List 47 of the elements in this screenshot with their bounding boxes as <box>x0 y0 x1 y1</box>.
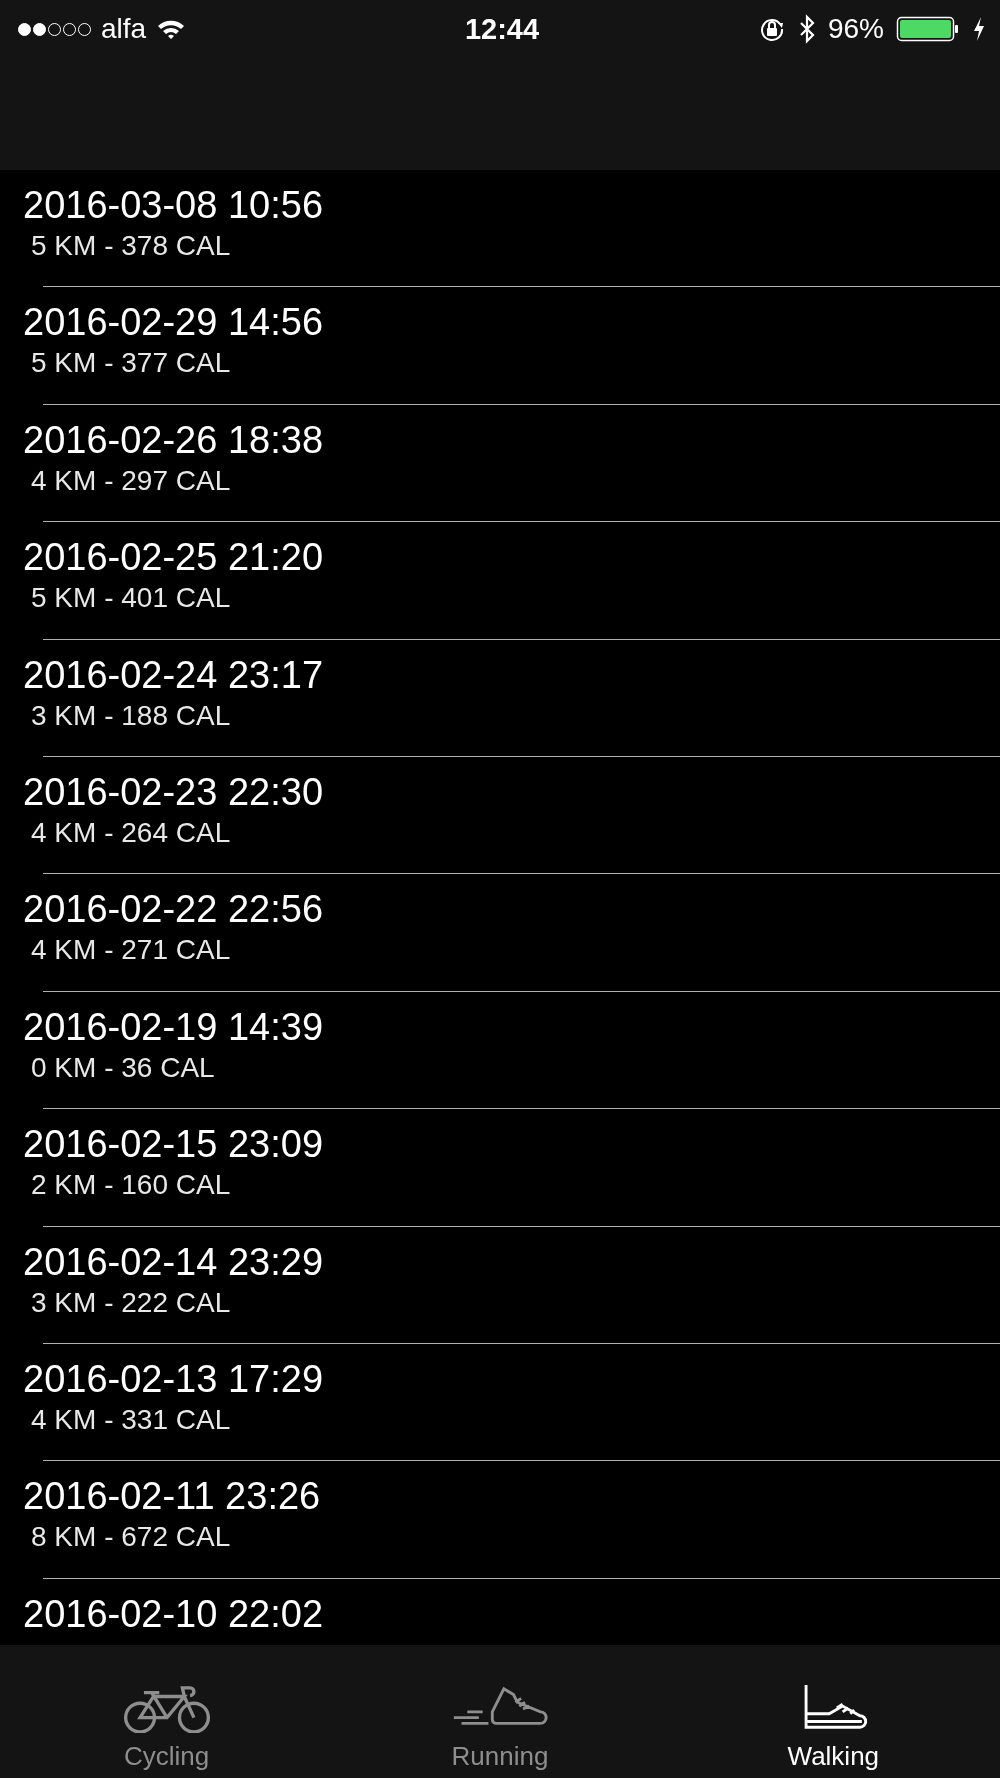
workout-summary: 3 KM - 188 CAL <box>30 698 232 733</box>
workout-row[interactable]: 2016-02-19 14:39 0 KM - 36 CAL <box>0 991 1000 1110</box>
battery-icon <box>896 15 960 43</box>
workout-summary: 5 KM - 377 CAL <box>30 346 232 381</box>
battery-percentage: 96% <box>827 13 884 45</box>
workout-date: 2016-02-15 23:09 <box>23 1122 325 1168</box>
workout-row[interactable]: 2016-02-29 14:56 5 KM - 377 CAL <box>0 287 1000 405</box>
workout-summary: 3 KM - 222 CAL <box>30 1285 232 1320</box>
workout-date: 2016-02-29 14:56 <box>23 300 325 346</box>
workout-row[interactable]: 2016-03-08 10:56 5 KM - 378 CAL <box>0 170 1000 288</box>
workout-date: 2016-02-24 23:17 <box>23 652 325 698</box>
tab-item[interactable]: Cycling <box>0 1645 334 1778</box>
workout-row[interactable]: 2016-02-22 22:56 4 KM - 271 CAL <box>0 874 1000 992</box>
workout-row[interactable]: 2016-02-15 23:09 2 KM - 160 CAL <box>0 1109 1000 1227</box>
workout-date: 2016-02-23 22:30 <box>23 769 325 815</box>
workout-date: 2016-02-25 21:20 <box>23 535 325 581</box>
workout-summary: 5 KM - 378 CAL <box>30 229 232 263</box>
tab-item[interactable]: Walking <box>666 1645 1000 1778</box>
workout-row[interactable]: 2016-02-23 22:30 4 KM - 264 CAL <box>0 756 1000 875</box>
clock-time: 12:44 <box>464 12 540 45</box>
workout-row[interactable]: 2016-02-11 23:26 8 KM - 672 CAL <box>0 1461 1000 1579</box>
workout-summary: 4 KM - 271 CAL <box>30 933 232 968</box>
workout-date: 2016-02-10 22:02 <box>23 1591 325 1637</box>
workout-row[interactable]: 2016-02-13 17:29 4 KM - 331 CAL <box>0 1343 1000 1462</box>
workout-row[interactable]: 2016-02-24 23:17 3 KM - 188 CAL <box>0 639 1000 757</box>
tab-item[interactable]: Running <box>333 1645 667 1778</box>
workout-date: 2016-02-22 22:56 <box>23 887 325 933</box>
workout-row[interactable]: 2016-02-14 23:29 3 KM - 222 CAL <box>0 1226 1000 1344</box>
workout-row[interactable]: 2016-02-25 21:20 5 KM - 401 CAL <box>0 522 1000 640</box>
workout-summary: 4 KM - 331 CAL <box>30 1402 232 1437</box>
workout-row[interactable]: 2016-02-26 18:38 4 KM - 297 CAL <box>0 404 1000 523</box>
wifi-icon <box>156 18 187 40</box>
workout-summary: 0 KM - 36 CAL <box>30 1050 216 1085</box>
workout-date: 2016-02-19 14:39 <box>23 1004 325 1050</box>
workout-date: 2016-03-08 10:56 <box>23 183 325 228</box>
workout-date: 2016-02-13 17:29 <box>23 1356 325 1402</box>
workout-date: 2016-02-26 18:38 <box>23 417 325 463</box>
charging-icon <box>972 16 986 42</box>
workout-summary: 4 KM - 264 CAL <box>30 815 232 850</box>
workout-summary: 8 KM - 672 CAL <box>30 1520 232 1555</box>
workout-summary: 4 KM - 297 CAL <box>30 463 232 498</box>
bluetooth-icon <box>797 14 816 44</box>
workout-summary: 5 KM - 401 CAL <box>30 581 232 616</box>
workout-date: 2016-02-14 23:29 <box>23 1239 325 1285</box>
carrier-name: alfa <box>101 13 147 45</box>
workout-date: 2016-02-11 23:26 <box>23 1474 322 1520</box>
workout-summary: 2 KM - 160 CAL <box>30 1168 232 1203</box>
